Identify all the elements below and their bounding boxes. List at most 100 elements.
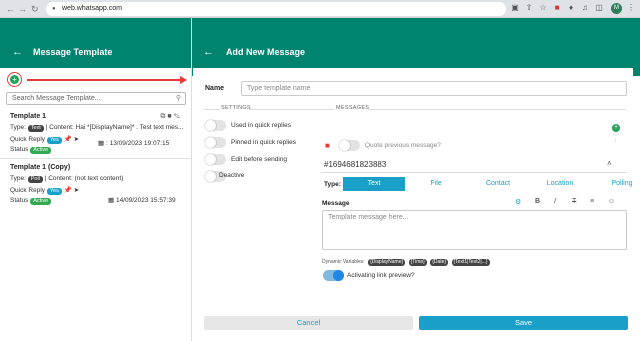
variables-icon[interactable]: ⚙ xyxy=(515,198,521,206)
italic-icon[interactable]: I xyxy=(554,198,556,205)
messages-heading: MESSAGES xyxy=(336,105,370,111)
variable-chip[interactable]: {Date} xyxy=(430,259,449,266)
status-label: Status xyxy=(10,146,29,153)
share-icon[interactable]: ⇧ xyxy=(524,3,534,13)
annotation-arrow-head xyxy=(180,76,187,84)
drag-handle-icon[interactable]: ↕ xyxy=(614,138,617,144)
edit-before-send-toggle[interactable] xyxy=(205,154,226,165)
tab-file[interactable]: File xyxy=(405,177,467,191)
quick-replies-toggle[interactable] xyxy=(205,120,226,131)
back-icon[interactable]: ← xyxy=(6,4,15,14)
calendar-icon: ▦ xyxy=(108,197,115,204)
tab-text[interactable]: Text xyxy=(343,177,405,191)
strikethrough-icon[interactable]: T xyxy=(572,198,576,205)
reload-icon[interactable]: ↻ xyxy=(31,4,39,15)
template-list-panel: ← Message Template + Search Message Temp… xyxy=(0,18,192,341)
puzzle-icon[interactable]: ♦ xyxy=(566,3,576,13)
url-text: web.whatsapp.com xyxy=(62,5,122,12)
status-label: Status xyxy=(10,197,29,204)
card-divider xyxy=(0,158,192,159)
quote-label: Quote previous message? xyxy=(365,142,441,149)
quick-reply-label: Quick Reply xyxy=(10,187,46,194)
bold-icon[interactable]: B xyxy=(535,198,540,205)
search-input[interactable]: Search Message Template... ⚲ xyxy=(6,92,186,105)
install-icon[interactable]: ▣ xyxy=(510,3,520,13)
right-header: ← Add New Message xyxy=(193,18,640,68)
trash-icon[interactable]: ■ xyxy=(325,141,330,150)
cancel-button[interactable]: Cancel xyxy=(204,316,413,330)
status-row: Status Active xyxy=(10,146,52,154)
panel-title: Add New Message xyxy=(226,47,306,57)
type-badge: Poll xyxy=(27,176,43,183)
media-icon[interactable]: ♫ xyxy=(580,3,590,13)
pinned-toggle[interactable] xyxy=(205,137,226,148)
template-date: : 13/09/2023 19:07:15 xyxy=(105,140,170,147)
pin-icon: 📌 xyxy=(63,136,72,143)
message-form: Name Type template name SETTINGS MESSAGE… xyxy=(193,68,633,341)
variable-chip[interactable]: {DisplayName} xyxy=(368,259,406,266)
address-bar[interactable]: ● web.whatsapp.com xyxy=(46,2,506,16)
tab-location[interactable]: Location xyxy=(529,177,591,191)
link-preview-label: Activating link preview? xyxy=(347,272,415,279)
plus-icon: + xyxy=(10,75,19,84)
message-placeholder: Template message here... xyxy=(328,214,409,221)
edit-before-send-label: Edit before sending xyxy=(231,156,288,163)
template-type-row: Type: Poll | Content: (not text content) xyxy=(10,175,123,183)
deactive-label: Deactive xyxy=(219,172,245,179)
dynamic-label: Dynamic Variables: xyxy=(322,259,365,265)
chevron-up-icon[interactable]: ˄ xyxy=(607,159,612,168)
message-type-tabs: Text File Contact Location Polling xyxy=(343,177,640,191)
star-icon[interactable]: ☆ xyxy=(538,3,548,13)
template-card[interactable]: Template 1 ⧉■✎ Type: Text | Content: Hai… xyxy=(10,113,186,163)
edit-icon[interactable]: ✎ xyxy=(174,113,182,120)
template-name: Template 1 (Copy) xyxy=(10,164,71,171)
back-arrow-icon[interactable]: ← xyxy=(12,46,23,58)
type-label: Type: xyxy=(324,181,341,188)
emoji-icon[interactable]: ☺ xyxy=(608,198,615,205)
template-card[interactable]: Template 1 (Copy) Type: Poll | Content: … xyxy=(10,164,186,214)
menu-icon[interactable]: ⋮ xyxy=(626,3,636,13)
variable-chip[interactable]: {Text1|Text2|...} xyxy=(451,259,490,266)
panel-title: Message Template xyxy=(33,47,113,57)
browser-toolbar: ← → ↻ ● web.whatsapp.com ▣ ⇧ ☆ ■ ♦ ♫ ◫ M… xyxy=(0,0,640,18)
quick-reply-label: Quick Reply xyxy=(10,136,46,143)
message-label: Message xyxy=(322,200,350,207)
messages-line xyxy=(368,109,626,110)
add-message-panel: ← Add New Message Name Type template nam… xyxy=(193,18,640,341)
content-preview: | Content: (not text content) xyxy=(44,175,124,182)
search-placeholder: Search Message Template... xyxy=(12,95,101,102)
link-preview-toggle[interactable] xyxy=(323,270,344,281)
forward-icon[interactable]: → xyxy=(18,4,27,14)
settings-line xyxy=(249,109,334,110)
extension-icon[interactable]: ■ xyxy=(552,3,562,13)
left-header: ← Message Template xyxy=(0,18,191,68)
quick-reply-badge: Yes xyxy=(46,188,62,195)
add-template-button[interactable]: + xyxy=(7,72,22,87)
template-actions: ⧉■✎ xyxy=(160,113,182,121)
message-header-line xyxy=(321,172,627,173)
add-message-icon[interactable]: + xyxy=(612,124,620,132)
calendar-icon: ▦ xyxy=(98,140,105,147)
type-label: Type: xyxy=(10,175,26,182)
monospace-icon[interactable]: ≡ xyxy=(590,198,594,205)
status-badge: Active xyxy=(30,198,52,205)
date-row: ▦ 14/09/2023 15:57:39 xyxy=(108,196,176,204)
avatar[interactable]: M xyxy=(611,3,622,14)
settings-heading: SETTINGS xyxy=(221,105,251,111)
sidepanel-icon[interactable]: ◫ xyxy=(594,3,604,13)
variable-chip[interactable]: {Time} xyxy=(408,259,427,266)
pin-icon: 📌 xyxy=(63,187,72,194)
tab-contact[interactable]: Contact xyxy=(467,177,529,191)
message-textarea[interactable]: Template message here... xyxy=(322,210,627,250)
name-input[interactable]: Type template name xyxy=(241,81,627,96)
tab-polling[interactable]: Polling xyxy=(591,177,640,191)
send-icon: ➤ xyxy=(73,136,80,143)
quick-reply-badge: Yes xyxy=(46,137,62,144)
save-button[interactable]: Save xyxy=(419,316,628,330)
back-arrow-icon[interactable]: ← xyxy=(203,46,214,58)
quote-toggle[interactable] xyxy=(339,140,360,151)
date-row: ▦ : 13/09/2023 19:07:15 xyxy=(98,139,169,147)
name-placeholder: Type template name xyxy=(247,85,311,92)
dynamic-variables: Dynamic Variables: {DisplayName} {Time} … xyxy=(322,259,490,266)
name-label: Name xyxy=(205,85,225,92)
